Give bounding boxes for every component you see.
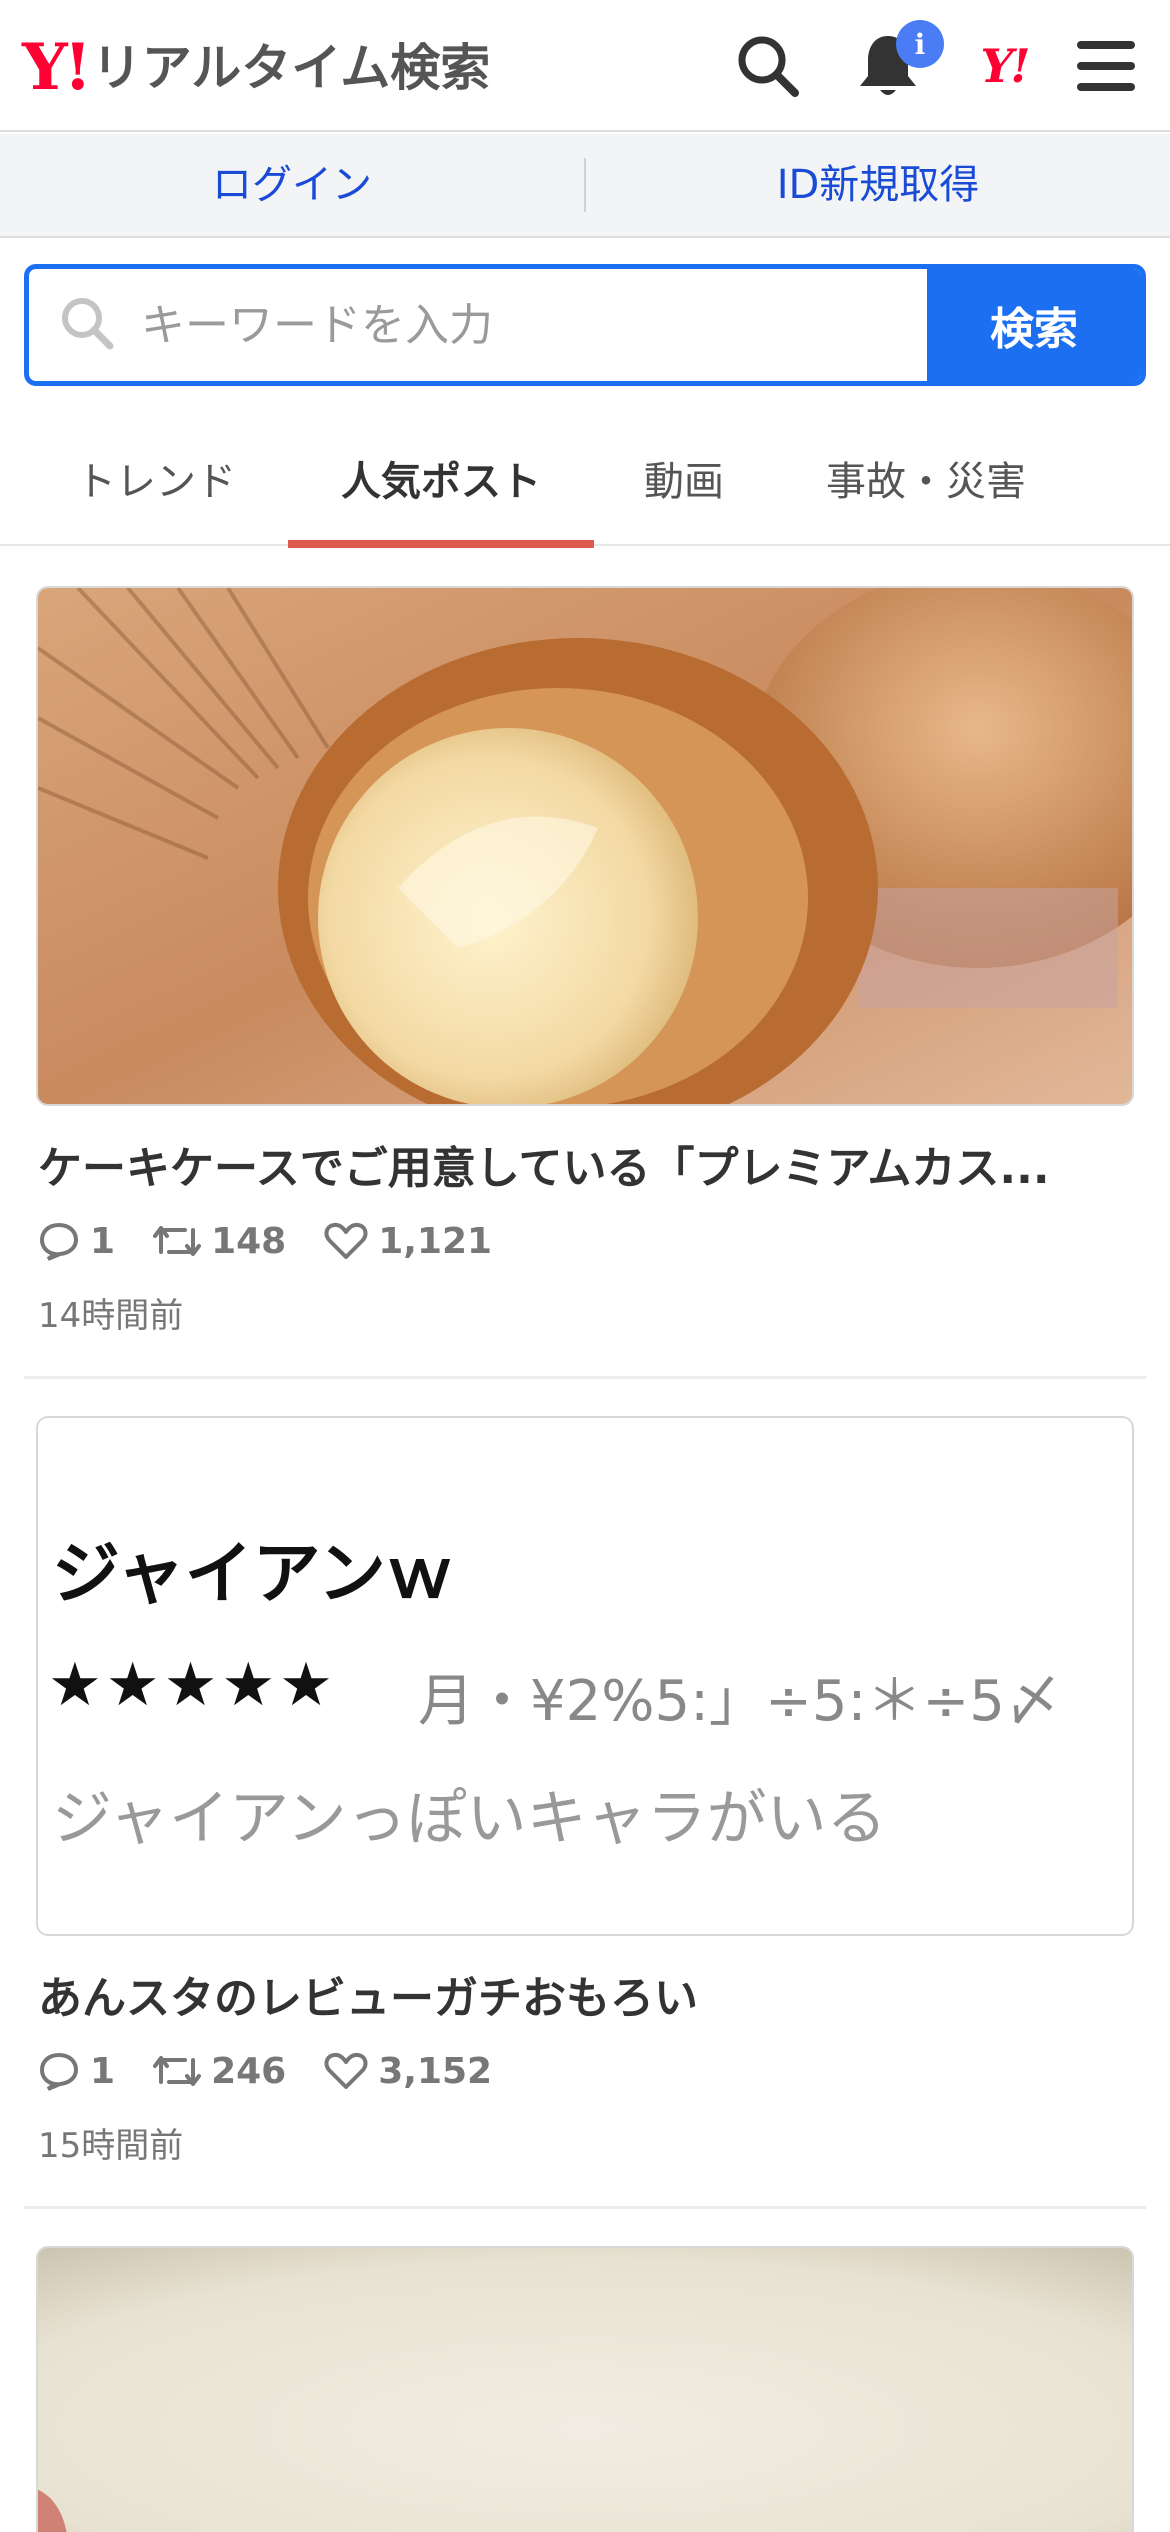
- tab-popular-posts[interactable]: 人気ポスト: [288, 410, 594, 548]
- post-time: 14時間前: [38, 1296, 184, 1336]
- post-title[interactable]: あんスタのレビューガチおもろい: [38, 1962, 1138, 2026]
- notification-badge: i: [896, 20, 944, 68]
- like-count[interactable]: 1,121: [324, 1221, 492, 1262]
- post-divider: [24, 1376, 1146, 1379]
- reply-icon: [39, 1222, 79, 1261]
- repost-count-value: 246: [211, 2050, 287, 2092]
- yahoo-realtime-logo[interactable]: Y! リアルタイム検索: [22, 28, 490, 108]
- like-count-value: 3,152: [378, 2050, 493, 2092]
- logo-text: リアルタイム検索: [91, 39, 491, 97]
- repost-icon: [153, 1226, 202, 1256]
- register-link[interactable]: ID新規取得: [586, 133, 1170, 237]
- post-stats: 1 246 3,152: [38, 2046, 530, 2096]
- post-image-cream-puff[interactable]: [36, 586, 1134, 1106]
- category-tabs: トレンド 人気ポスト 動画 事故・災害: [0, 410, 1170, 548]
- post-divider: [24, 2206, 1146, 2209]
- review-meta: 月・¥2%5:」÷5:＊÷5〆: [418, 1669, 1061, 1734]
- heart-icon: [324, 2052, 368, 2089]
- app-header: Y! リアルタイム検索 i Y!: [0, 0, 1170, 132]
- post-time: 15時間前: [38, 2126, 184, 2166]
- reply-count-value: 1: [90, 2050, 116, 2092]
- reply-icon: [39, 2052, 79, 2091]
- heart-icon: [324, 1222, 368, 1259]
- logo-mark: Y!: [22, 30, 92, 105]
- search-input[interactable]: [141, 299, 841, 351]
- repost-count[interactable]: 246: [153, 2051, 286, 2092]
- reply-count[interactable]: 1: [38, 2051, 115, 2092]
- yahoo-mini-logo: Y!: [980, 39, 1030, 93]
- repost-count-value: 148: [211, 1220, 287, 1262]
- post-stats: 1 148 1,121: [38, 1216, 530, 1266]
- post-image-blurred[interactable]: [36, 2246, 1134, 2532]
- post-card[interactable]: ジャイアンｗ ★★★★★ 月・¥2%5:」÷5:＊÷5〆 ジャイアンっぽいキャラ…: [24, 1416, 1146, 2166]
- post-card[interactable]: [24, 2246, 1146, 2532]
- yahoo-home-icon[interactable]: Y!: [962, 24, 1046, 108]
- like-count[interactable]: 3,152: [324, 2051, 492, 2092]
- post-card[interactable]: ケーキケースでご用意している「プレミアムカス... 1 148 1,121 14…: [24, 586, 1146, 1336]
- login-bar: ログイン ID新規取得: [0, 134, 1170, 238]
- post-image-review-screenshot[interactable]: ジャイアンｗ ★★★★★ 月・¥2%5:」÷5:＊÷5〆 ジャイアンっぽいキャラ…: [36, 1416, 1134, 1936]
- notification-bell-icon[interactable]: i: [846, 20, 944, 108]
- search-field-icon: [59, 295, 115, 355]
- repost-icon: [153, 2056, 202, 2086]
- search-button[interactable]: 検索: [927, 269, 1141, 381]
- like-count-value: 1,121: [378, 1220, 493, 1262]
- search-icon[interactable]: [726, 24, 810, 108]
- review-stars: ★★★★★: [48, 1650, 337, 1720]
- tab-accident-disaster[interactable]: 事故・災害: [790, 410, 1062, 546]
- repost-count[interactable]: 148: [153, 1221, 286, 1262]
- login-link[interactable]: ログイン: [0, 133, 584, 237]
- search-form: 検索: [24, 264, 1146, 386]
- tab-trend[interactable]: トレンド: [40, 410, 272, 546]
- post-title[interactable]: ケーキケースでご用意している「プレミアムカス...: [38, 1132, 1138, 1196]
- review-body: ジャイアンっぽいキャラがいる: [52, 1784, 887, 1854]
- hamburger-menu-icon[interactable]: [1064, 24, 1148, 108]
- search-input-wrap: [29, 269, 927, 381]
- review-title: ジャイアンｗ: [52, 1535, 454, 1614]
- reply-count-value: 1: [90, 1220, 116, 1262]
- tab-video[interactable]: 動画: [610, 410, 758, 546]
- reply-count[interactable]: 1: [38, 1221, 115, 1262]
